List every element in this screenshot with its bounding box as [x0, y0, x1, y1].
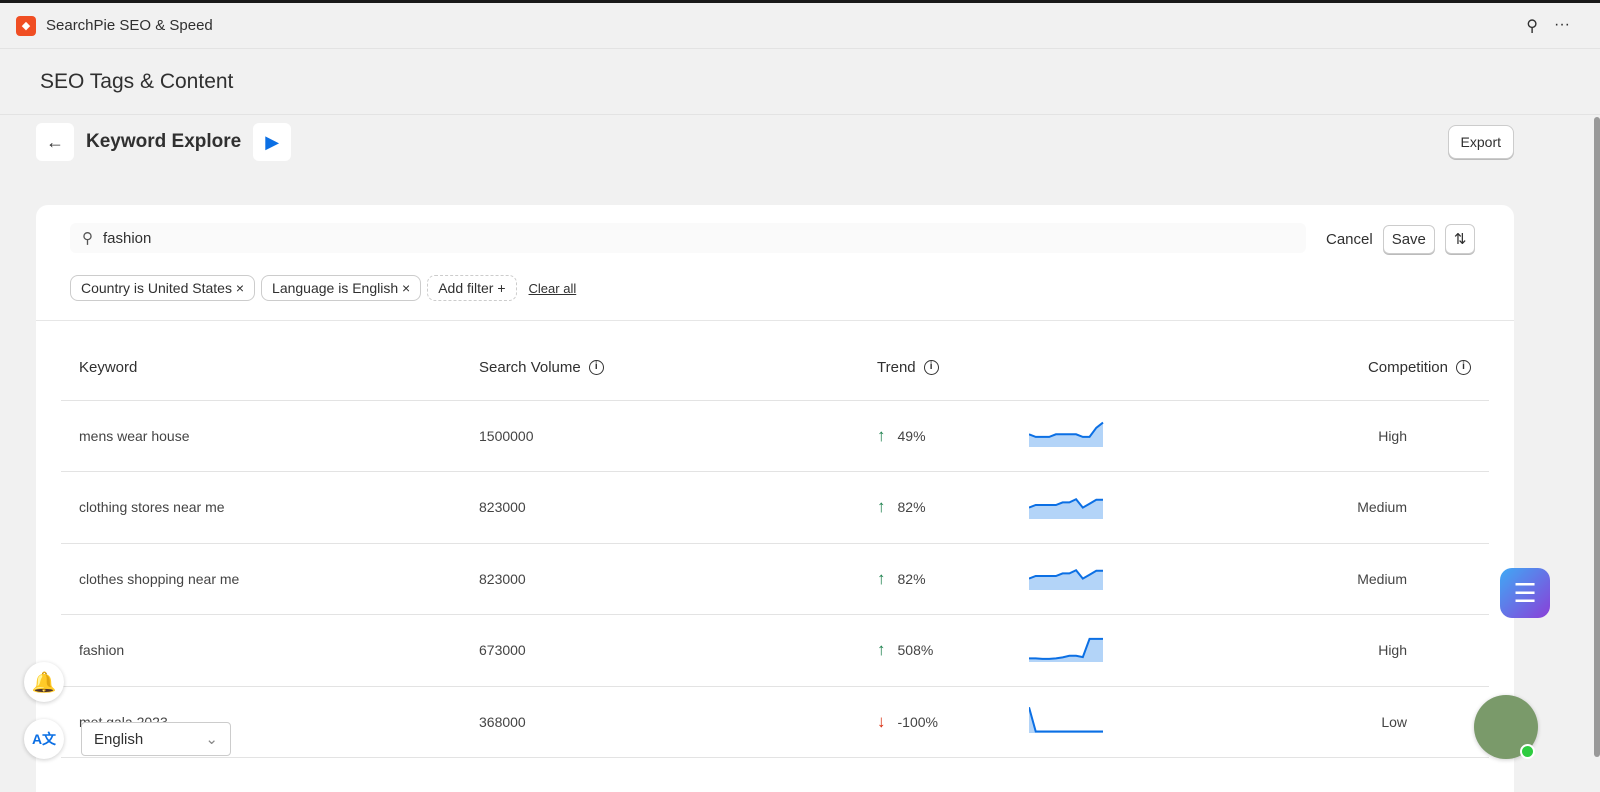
arrow-down-icon: ↓	[877, 711, 886, 731]
volume-cell: 673000	[479, 614, 877, 687]
keyword-cell: clothes shopping near me	[61, 543, 479, 615]
add-filter-button[interactable]: Add filter +	[427, 275, 517, 301]
trend-cell: ↑ 82%	[877, 543, 1027, 615]
competition-cell: High	[1198, 400, 1489, 472]
sparkline	[1027, 543, 1199, 615]
sparkline	[1027, 471, 1199, 544]
keyword-cell: mens wear house	[61, 400, 479, 472]
competition-cell: Medium	[1198, 543, 1489, 615]
play-button[interactable]: ▶	[253, 123, 292, 161]
chat-widget-icon[interactable]: ☰	[1500, 568, 1550, 618]
trend-cell: ↑ 49%	[877, 400, 1027, 472]
sparkline	[1027, 614, 1199, 687]
col-competition: Competition i	[1198, 335, 1489, 401]
arrow-up-icon: ↑	[877, 425, 886, 445]
filter-country[interactable]: Country is United States ×	[70, 275, 256, 301]
save-button[interactable]: Save	[1382, 224, 1435, 254]
translate-icon[interactable]: A文	[24, 719, 64, 759]
pin-icon[interactable]: ⚲	[1526, 16, 1538, 36]
competition-cell: High	[1198, 614, 1489, 687]
clear-all-link[interactable]: Clear all	[529, 281, 577, 296]
app-titlebar: ◆ SearchPie SEO & Speed ⚲ ···	[0, 3, 1600, 49]
search-value: fashion	[103, 229, 152, 247]
table-row[interactable]: met gala 2023 368000 ↓-100% Low	[61, 686, 1489, 758]
sparkline	[1027, 400, 1199, 472]
info-icon[interactable]: i	[588, 360, 604, 376]
bell-icon[interactable]: 🔔	[24, 662, 64, 702]
competition-cell: Low	[1198, 686, 1489, 758]
trend-cell: ↑ 82%	[877, 471, 1027, 544]
arrow-up-icon: ↑	[877, 497, 886, 517]
sparkline-line	[1028, 707, 1103, 733]
sparkline-area	[1029, 707, 1103, 734]
col-keyword: Keyword	[61, 335, 479, 401]
app-title: SearchPie SEO & Speed	[46, 17, 213, 34]
arrow-up-icon: ↑	[877, 568, 886, 588]
volume-cell: 368000	[479, 686, 877, 758]
col-trend: Trend i	[877, 335, 1027, 401]
keyword-cell: fashion	[61, 614, 479, 687]
back-button[interactable]: ←	[36, 123, 74, 161]
trend-cell: ↓ -100%	[877, 686, 1027, 758]
filter-language[interactable]: Language is English ×	[261, 275, 422, 301]
scrollbar[interactable]	[1594, 117, 1600, 757]
table-row[interactable]: clothing stores near me 823000 ↑ 82% Medi…	[61, 471, 1489, 544]
search-icon: ⚲	[82, 230, 93, 247]
online-status	[1520, 744, 1535, 759]
table-row[interactable]: clothes shopping near me 823000 ↑ 82% Med…	[61, 543, 1489, 615]
sort-button[interactable]: ⇅	[1444, 224, 1476, 254]
info-icon[interactable]: i	[923, 360, 939, 376]
volume-cell: 823000	[479, 543, 877, 615]
trend-cell: ↑ 508%	[877, 614, 1027, 687]
search-input[interactable]: ⚲ fashion	[70, 223, 1306, 253]
searchpie-logo: ◆	[16, 15, 36, 36]
keyword-card: ⚲ fashion Cancel Save ⇅ Country is United…	[36, 205, 1514, 792]
arrow-up-icon: ↑	[877, 640, 886, 660]
volume-cell: 1500000	[479, 400, 877, 472]
page-title: SEO Tags & Content	[0, 49, 1600, 115]
cancel-button[interactable]: Cancel	[1326, 231, 1373, 248]
competition-cell: Medium	[1198, 471, 1489, 544]
subtitle: Keyword Explore	[86, 131, 242, 152]
export-button[interactable]: Export	[1447, 125, 1514, 159]
table-row[interactable]: mens wear house 1500000 ↑ 49% High	[61, 400, 1489, 472]
chevron-down-icon: ⌄	[205, 731, 218, 748]
sparkline-line	[1028, 422, 1104, 439]
more-icon[interactable]: ···	[1554, 16, 1570, 36]
keyword-table: Keyword Search Volume i Trend i Competitio…	[61, 335, 1489, 758]
keyword-cell: clothing stores near me	[61, 471, 479, 544]
sparkline	[1027, 686, 1199, 758]
volume-cell: 823000	[479, 471, 877, 544]
language-select[interactable]: English ⌄	[81, 722, 231, 756]
table-row[interactable]: fashion 673000 ↑ 508% High	[61, 614, 1489, 687]
col-volume: Search Volume i	[479, 335, 877, 401]
info-icon[interactable]: i	[1456, 360, 1471, 376]
